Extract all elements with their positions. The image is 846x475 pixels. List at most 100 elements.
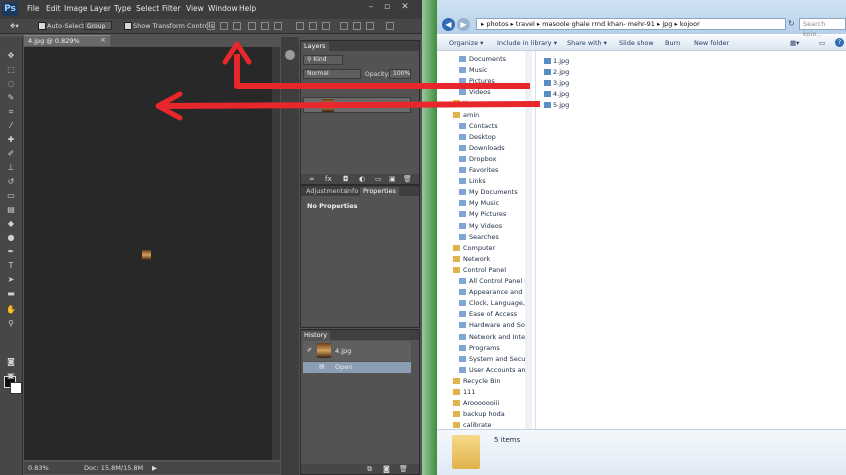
blur-tool-icon[interactable]: ◆: [4, 219, 18, 229]
status-menu-icon[interactable]: ▶: [152, 462, 157, 474]
slide-show-button[interactable]: Slide show: [619, 39, 654, 47]
new-layer-icon[interactable]: ▣: [389, 175, 396, 183]
move-tool-icon[interactable]: ✥▾: [10, 22, 19, 30]
distribute-vcenter-icon[interactable]: [309, 22, 317, 30]
nav-item[interactable]: My Music: [459, 198, 499, 209]
menu-help[interactable]: Help: [239, 4, 256, 13]
align-bottom-icon[interactable]: [233, 22, 241, 30]
nav-item[interactable]: Control Panel: [453, 265, 506, 276]
file-item[interactable]: 1.jpg: [544, 56, 569, 66]
path-selection-tool-icon[interactable]: ➤: [4, 275, 18, 285]
view-options-icon[interactable]: ▦▾: [790, 39, 799, 47]
group-select[interactable]: Group: [84, 21, 112, 30]
file-item[interactable]: 5.jpg: [544, 100, 569, 110]
breadcrumb-kojoor[interactable]: kojoor: [680, 20, 700, 28]
breadcrumb-travel[interactable]: travel: [516, 20, 535, 28]
minimize-icon[interactable]: –: [364, 2, 378, 12]
nav-item[interactable]: backup hoda: [453, 409, 505, 420]
history-snapshot[interactable]: ✐ 4.jpg: [303, 341, 411, 361]
menu-select[interactable]: Select: [136, 4, 159, 13]
breadcrumb-photos[interactable]: photos: [486, 20, 508, 28]
distribute-right-icon[interactable]: [366, 22, 374, 30]
quick-select-tool-icon[interactable]: ✎: [4, 93, 18, 103]
shape-tool-icon[interactable]: ▬: [4, 289, 18, 299]
nav-item[interactable]: Computer: [453, 243, 495, 254]
screen-mode-icon[interactable]: ▣: [4, 371, 18, 381]
menu-image[interactable]: Image: [64, 4, 88, 13]
nav-item[interactable]: Desktop: [459, 132, 496, 143]
back-icon[interactable]: ◀: [442, 18, 455, 31]
filter-kind-select[interactable]: ⚲ Kind: [303, 55, 343, 65]
nav-item[interactable]: All Control Panel It: [459, 276, 529, 287]
mask-icon[interactable]: ◘: [343, 175, 349, 183]
nav-item[interactable]: Recycle Bin: [453, 376, 500, 387]
nav-item[interactable]: Pictures: [459, 76, 495, 87]
nav-item[interactable]: Ease of Access: [459, 309, 517, 320]
include-in-library-button[interactable]: Include in library ▾: [497, 39, 557, 47]
menu-type[interactable]: Type: [114, 4, 131, 13]
forward-icon[interactable]: ▶: [457, 18, 470, 31]
move-tool-icon[interactable]: ✥: [4, 51, 18, 61]
auto-select-checkbox[interactable]: [38, 22, 46, 30]
help-icon[interactable]: ?: [835, 38, 844, 47]
nav-item[interactable]: Favorites: [459, 165, 498, 176]
nav-item[interactable]: Music: [459, 65, 488, 76]
nav-item[interactable]: Documents: [459, 54, 506, 65]
share-with-button[interactable]: Share with ▾: [567, 39, 607, 47]
nav-item[interactable]: 111: [453, 387, 475, 398]
search-input[interactable]: Search kojo...: [799, 18, 846, 38]
layer-row-background[interactable]: ◉: [303, 97, 411, 113]
eyedropper-tool-icon[interactable]: ⁄: [4, 121, 18, 131]
close-icon[interactable]: ✕: [398, 2, 412, 12]
nav-item[interactable]: Dropbox: [459, 154, 496, 165]
quick-mask-icon[interactable]: ◙: [4, 357, 18, 367]
nav-item[interactable]: User Accounts and: [459, 365, 530, 376]
zoom-level[interactable]: 0.83%: [28, 462, 49, 474]
nav-item[interactable]: My Pictures: [459, 209, 506, 220]
menu-view[interactable]: View: [186, 4, 204, 13]
align-top-icon[interactable]: [207, 22, 215, 30]
nav-item[interactable]: calibrate: [453, 420, 492, 429]
align-vcenter-icon[interactable]: [220, 22, 228, 30]
restore-icon[interactable]: ▫: [380, 2, 394, 12]
file-item[interactable]: 2.jpg: [544, 67, 569, 77]
align-right-icon[interactable]: [274, 22, 282, 30]
trash-icon[interactable]: 🗑: [403, 175, 412, 183]
camera-icon[interactable]: ◙: [383, 465, 390, 473]
background-color-swatch[interactable]: [10, 382, 22, 394]
address-bar[interactable]: ▸ photos ▸ travel ▸ masoole ghale rrnd k…: [476, 18, 786, 30]
tab-info[interactable]: Info: [343, 187, 361, 196]
history-brush-tool-icon[interactable]: ↺: [4, 177, 18, 187]
adjustment-icon[interactable]: ◐: [359, 175, 365, 183]
menu-file[interactable]: File: [27, 4, 40, 13]
dodge-tool-icon[interactable]: ●: [4, 233, 18, 243]
distribute-left-icon[interactable]: [340, 22, 348, 30]
align-hcenter-icon[interactable]: [261, 22, 269, 30]
nav-item[interactable]: Arooooooiii: [453, 398, 499, 409]
file-item[interactable]: 4.jpg: [544, 89, 569, 99]
menu-layer[interactable]: Layer: [90, 4, 111, 13]
nav-item[interactable]: My Documents: [459, 187, 518, 198]
link-layers-icon[interactable]: ∞: [309, 175, 315, 183]
nav-item[interactable]: Searches: [459, 232, 499, 243]
burn-button[interactable]: Burn: [665, 39, 680, 47]
trash-icon[interactable]: 🗑: [399, 465, 408, 473]
preview-pane-icon[interactable]: ▭: [819, 39, 825, 47]
eraser-tool-icon[interactable]: ▭: [4, 191, 18, 201]
eye-icon[interactable]: ◉: [307, 101, 313, 109]
menu-window[interactable]: Window: [208, 4, 238, 13]
hand-tool-icon[interactable]: ✋: [4, 305, 18, 315]
clone-stamp-tool-icon[interactable]: ⊥: [4, 163, 18, 173]
menu-filter[interactable]: Filter: [162, 4, 181, 13]
distribute-top-icon[interactable]: [296, 22, 304, 30]
crop-tool-icon[interactable]: ⌗: [4, 107, 18, 117]
nav-item[interactable]: Clock, Language, a: [459, 298, 531, 309]
type-tool-icon[interactable]: T: [4, 261, 18, 271]
close-tab-icon[interactable]: ×: [100, 36, 106, 44]
menu-edit[interactable]: Edit: [46, 4, 61, 13]
new-folder-button[interactable]: New folder: [694, 39, 729, 47]
history-step[interactable]: ▤ Open: [303, 362, 411, 373]
organize-button[interactable]: Organize ▾: [449, 39, 483, 47]
pen-tool-icon[interactable]: ✒: [4, 247, 18, 257]
refresh-icon[interactable]: ↻: [788, 19, 795, 28]
